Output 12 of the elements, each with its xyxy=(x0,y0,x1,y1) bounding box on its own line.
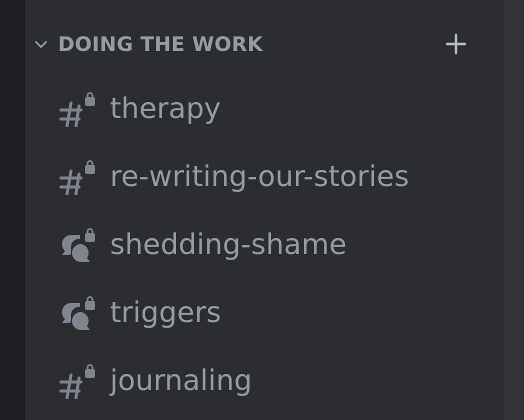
category-title[interactable]: DOING THE WORK xyxy=(58,29,263,59)
locked-hash-icon xyxy=(60,92,95,127)
channel-item[interactable]: re-writing-our-stories xyxy=(33,143,504,211)
locked-hash-icon xyxy=(60,364,95,399)
locked-chat-bubbles-icon xyxy=(62,228,95,262)
channel-item[interactable]: shedding-shame xyxy=(33,211,504,279)
locked-chat-bubbles-icon xyxy=(62,296,95,330)
channel-item[interactable]: therapy xyxy=(33,75,504,143)
channel-item[interactable]: journaling xyxy=(33,347,504,415)
locked-hash-icon xyxy=(60,160,95,195)
add-icon[interactable] xyxy=(444,32,468,56)
channel-item[interactable]: triggers xyxy=(33,279,504,347)
